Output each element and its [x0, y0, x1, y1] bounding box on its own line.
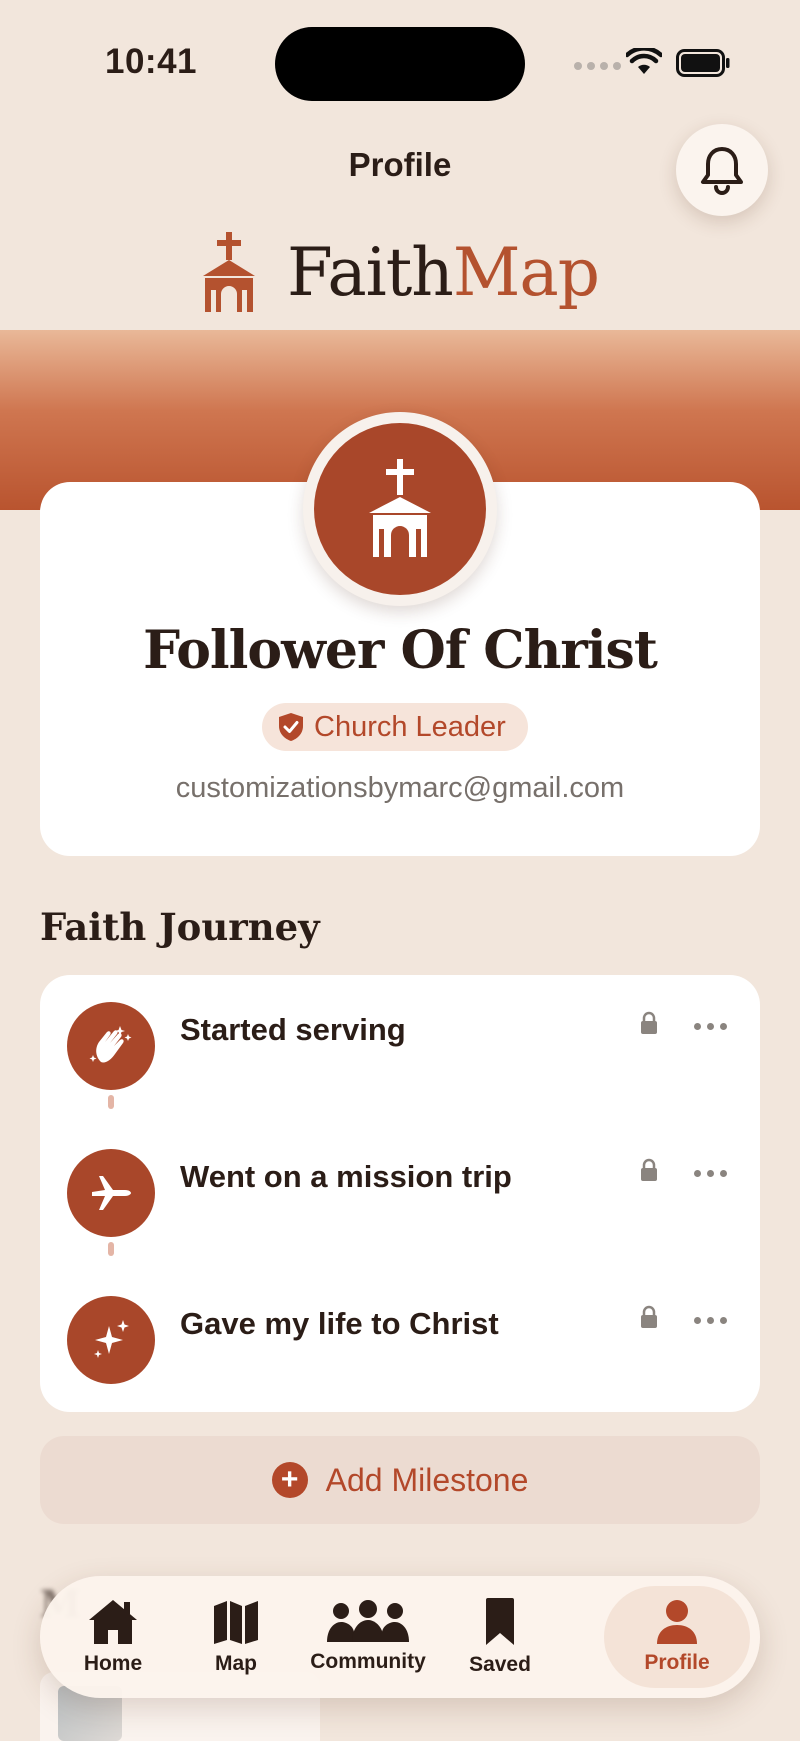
dynamic-island	[275, 27, 525, 101]
milestone-row[interactable]: Went on a mission trip	[40, 1122, 760, 1256]
milestone-row[interactable]: Gave my life to Christ	[40, 1269, 760, 1399]
tab-map[interactable]: Map	[186, 1576, 286, 1698]
brand-name: FaithMap	[287, 234, 600, 311]
church-logo-icon	[203, 232, 255, 312]
bookmark-icon	[486, 1598, 514, 1645]
notifications-button[interactable]	[676, 124, 768, 216]
tab-community[interactable]: Community	[296, 1576, 440, 1698]
home-icon	[89, 1600, 137, 1644]
more-options-button[interactable]	[690, 1309, 731, 1332]
timeline-connector	[108, 1095, 114, 1109]
tab-saved-label: Saved	[469, 1653, 531, 1676]
tab-community-label: Community	[310, 1650, 426, 1673]
lock-icon	[641, 1011, 657, 1034]
tab-profile-label: Profile	[644, 1651, 710, 1674]
lock-icon	[641, 1305, 657, 1328]
milestone-row[interactable]: Started serving	[40, 975, 760, 1109]
tab-bar: Home Map Community Saved Profile	[40, 1576, 760, 1698]
plus-circle-icon: +	[271, 1462, 308, 1498]
tab-map-label: Map	[215, 1652, 257, 1675]
faith-journey-title: Faith Journey	[40, 905, 320, 949]
more-options-button[interactable]	[690, 1162, 731, 1185]
cellular-signal-icon	[574, 62, 621, 70]
profile-email: customizationsbymarc@gmail.com	[175, 772, 625, 804]
shield-check-icon	[279, 713, 303, 741]
bell-icon	[701, 147, 743, 195]
timeline-connector	[108, 1242, 114, 1256]
sparkles-icon	[67, 1296, 155, 1384]
clapping-hands-icon	[67, 1002, 155, 1090]
role-label: Church Leader	[314, 710, 506, 743]
tab-profile[interactable]: Profile	[604, 1586, 750, 1688]
profile-name: Follower Of Christ	[143, 620, 658, 681]
person-icon	[657, 1600, 697, 1644]
battery-icon	[676, 49, 730, 77]
airplane-icon	[67, 1149, 155, 1237]
role-badge: Church Leader	[262, 703, 528, 751]
tab-saved[interactable]: Saved	[450, 1576, 550, 1698]
journey-card: Started serving Went on a mission trip G…	[40, 975, 760, 1412]
lock-icon	[641, 1158, 657, 1181]
tab-home[interactable]: Home	[50, 1576, 176, 1698]
more-options-button[interactable]	[690, 1015, 731, 1038]
tab-home-label: Home	[83, 1652, 143, 1675]
milestone-label: Started serving	[180, 1012, 406, 1047]
wifi-icon	[626, 48, 662, 74]
status-time: 10:41	[105, 42, 198, 81]
community-icon	[327, 1600, 409, 1642]
church-icon	[369, 459, 431, 557]
map-icon	[214, 1601, 258, 1644]
brand-logo: FaithMap	[0, 232, 800, 314]
milestone-label: Went on a mission trip	[180, 1159, 512, 1194]
add-milestone-label: Add Milestone	[325, 1461, 529, 1498]
milestone-label: Gave my life to Christ	[180, 1306, 499, 1341]
avatar[interactable]	[303, 412, 497, 606]
add-milestone-button[interactable]: + Add Milestone	[40, 1436, 760, 1524]
